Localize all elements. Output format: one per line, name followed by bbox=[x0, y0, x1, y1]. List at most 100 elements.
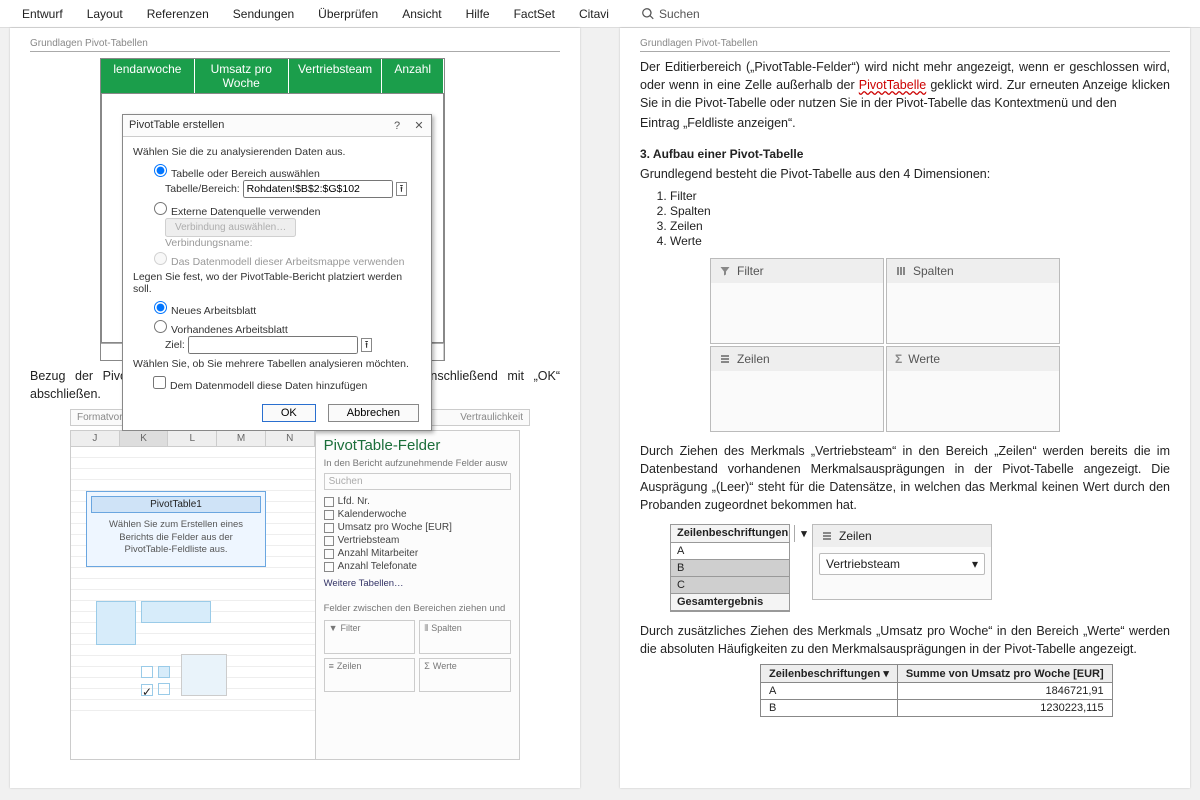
cancel-button[interactable]: Abbrechen bbox=[328, 404, 419, 422]
sum-b-val: 1230223,115 bbox=[897, 700, 1112, 717]
dlg-section2: Legen Sie fest, wo der PivotTable-Berich… bbox=[133, 271, 421, 295]
sum-a-val: 1846721,91 bbox=[897, 683, 1112, 700]
zone-werte-small[interactable]: Σ Werte bbox=[419, 658, 511, 692]
radio-external-label: Externe Datenquelle verwenden bbox=[171, 206, 320, 218]
help-icon[interactable]: ? bbox=[391, 120, 403, 132]
dimension-list: Filter Spalten Zeilen Werte bbox=[670, 189, 1170, 248]
close-icon[interactable]: ✕ bbox=[413, 119, 425, 132]
ziel-picker-icon[interactable]: ⭱ bbox=[361, 338, 373, 352]
tab-hilfe[interactable]: Hilfe bbox=[454, 3, 502, 25]
more-tables-link[interactable]: Weitere Tabellen… bbox=[324, 578, 511, 589]
radio-datamodel bbox=[154, 252, 167, 265]
ziel-label: Ziel: bbox=[165, 339, 185, 351]
page-right: Grundlagen Pivot-Tabellen Der Editierber… bbox=[620, 28, 1190, 788]
mini-hdr: Zeilenbeschriftungen bbox=[671, 525, 795, 542]
chk-tel[interactable] bbox=[324, 562, 334, 572]
dropdown-icon[interactable]: ▾ bbox=[883, 668, 889, 680]
para-umsatz-werte: Durch zusätzliches Ziehen des Merkmals „… bbox=[640, 622, 1170, 658]
col-kw: lendarwoche bbox=[101, 59, 195, 93]
range-picker-icon[interactable]: ⭱ bbox=[396, 182, 408, 196]
radio-existing-sheet[interactable] bbox=[154, 320, 167, 333]
radio-range[interactable] bbox=[154, 164, 167, 177]
check-datamodel[interactable] bbox=[153, 376, 166, 389]
zeilen-dropzone[interactable]: Zeilen Vertriebsteam▾ bbox=[812, 524, 992, 600]
tab-ansicht[interactable]: Ansicht bbox=[390, 3, 453, 25]
page-header-right: Grundlagen Pivot-Tabellen bbox=[640, 38, 1170, 52]
pivottabelle-link: PivotTabelle bbox=[859, 78, 926, 92]
mini-pivot-rows: Zeilenbeschriftungen▾ A B C Gesamtergebn… bbox=[670, 524, 790, 612]
mini-a: A bbox=[671, 543, 690, 559]
col-k: K bbox=[120, 431, 169, 446]
tab-factset[interactable]: FactSet bbox=[502, 3, 567, 25]
col-n: N bbox=[266, 431, 315, 446]
zone-diagram: Filter Spalten Zeilen ΣWerte bbox=[710, 258, 1060, 432]
page-header-left: Grundlagen Pivot-Tabellen bbox=[30, 38, 560, 52]
excel-screenshot-bottom: Formatvorlagen Zellen Bearbeiten Ideen V… bbox=[70, 409, 530, 760]
para-feldliste: Eintrag „Feldliste anzeigen“. bbox=[640, 114, 1170, 132]
zeilen-title: Zeilen bbox=[839, 529, 872, 543]
chevron-down-icon: ▾ bbox=[972, 557, 978, 571]
radio-existing-sheet-label: Vorhandenes Arbeitsblatt bbox=[171, 324, 288, 336]
chk-team[interactable] bbox=[324, 536, 334, 546]
col-team: Vertriebsteam bbox=[289, 59, 383, 93]
mini-b: B bbox=[671, 560, 690, 576]
ziel-input[interactable] bbox=[188, 336, 358, 354]
col-umsatz: Umsatz pro Woche bbox=[195, 59, 289, 93]
drag-hint: Felder zwischen den Bereichen ziehen und bbox=[324, 603, 511, 614]
search-icon bbox=[641, 7, 655, 21]
radio-external[interactable] bbox=[154, 202, 167, 215]
tab-ueberpruefen[interactable]: Überprüfen bbox=[306, 3, 390, 25]
dlg-section3: Wählen Sie, ob Sie mehrere Tabellen anal… bbox=[133, 358, 421, 370]
ok-button[interactable]: OK bbox=[262, 404, 316, 422]
zone-spalten[interactable]: Spalten bbox=[886, 258, 1060, 344]
columns-icon bbox=[895, 265, 907, 277]
col-j: J bbox=[71, 431, 120, 446]
connection-name-label: Verbindungsname: bbox=[133, 237, 421, 249]
pivot-placeholder-text: Wählen Sie zum Erstellen eines Berichts … bbox=[91, 519, 261, 562]
chk-umsatz[interactable] bbox=[324, 523, 334, 533]
ribbon: Entwurf Layout Referenzen Sendungen Über… bbox=[0, 0, 1200, 28]
chk-kw[interactable] bbox=[324, 510, 334, 520]
radio-new-sheet[interactable] bbox=[154, 301, 167, 314]
dim-zeilen: Zeilen bbox=[670, 219, 1170, 233]
field-pane-title: PivotTable-Felder bbox=[324, 437, 511, 454]
tab-citavi[interactable]: Citavi bbox=[567, 3, 621, 25]
tab-sendungen[interactable]: Sendungen bbox=[221, 3, 306, 25]
sum-h2: Summe von Umsatz pro Woche [EUR] bbox=[897, 665, 1112, 683]
col-anzahl: Anzahl bbox=[382, 59, 444, 93]
zone-spalten-small[interactable]: ⦀ Spalten bbox=[419, 620, 511, 654]
dlg-section1: Wählen Sie die zu analysierenden Daten a… bbox=[133, 146, 421, 158]
para-vertriebsteam: Durch Ziehen des Merkmals „Vertriebsteam… bbox=[640, 442, 1170, 515]
field-pane-sub: In den Bericht aufzunehmende Felder ausw bbox=[324, 458, 511, 469]
dim-spalten: Spalten bbox=[670, 204, 1170, 218]
page-left: Grundlagen Pivot-Tabellen lendarwoche Um… bbox=[10, 28, 580, 788]
sum-b: B bbox=[761, 700, 898, 717]
para-editierbereich: Der Editierbereich („PivotTable-Felder“)… bbox=[640, 58, 1170, 112]
range-input[interactable] bbox=[243, 180, 393, 198]
search-box[interactable]: Suchen bbox=[621, 7, 700, 21]
rows-icon bbox=[821, 530, 833, 542]
zone-zeilen-small[interactable]: ≡ Zeilen bbox=[324, 658, 416, 692]
zone-zeilen[interactable]: Zeilen bbox=[710, 346, 884, 432]
zeilen-item-vertriebsteam[interactable]: Vertriebsteam▾ bbox=[819, 553, 985, 575]
dim-werte: Werte bbox=[670, 234, 1170, 248]
sum-a: A bbox=[761, 683, 898, 700]
pivot-create-dialog: PivotTable erstellen ? ✕ Wählen Sie die … bbox=[122, 114, 432, 431]
chk-ma[interactable] bbox=[324, 549, 334, 559]
choose-connection-button: Verbindung auswählen… bbox=[165, 218, 296, 237]
heading-aufbau: 3. Aufbau einer Pivot-Tabelle bbox=[640, 147, 1170, 161]
zone-werte[interactable]: ΣWerte bbox=[886, 346, 1060, 432]
zone-filter-small[interactable]: ▼ Filter bbox=[324, 620, 416, 654]
tab-entwurf[interactable]: Entwurf bbox=[10, 3, 75, 25]
dropdown-icon[interactable]: ▾ bbox=[795, 525, 814, 542]
tab-layout[interactable]: Layout bbox=[75, 3, 135, 25]
mini-c: C bbox=[671, 577, 691, 593]
chk-lfdnr[interactable] bbox=[324, 497, 334, 507]
sum-h1: Zeilenbeschriftungen ▾ bbox=[761, 665, 898, 683]
para-4dim: Grundlegend besteht die Pivot-Tabelle au… bbox=[640, 165, 1170, 183]
tab-referenzen[interactable]: Referenzen bbox=[135, 3, 221, 25]
search-label: Suchen bbox=[659, 7, 700, 21]
funnel-icon bbox=[719, 265, 731, 277]
field-search[interactable]: Suchen bbox=[324, 473, 511, 490]
zone-filter[interactable]: Filter bbox=[710, 258, 884, 344]
